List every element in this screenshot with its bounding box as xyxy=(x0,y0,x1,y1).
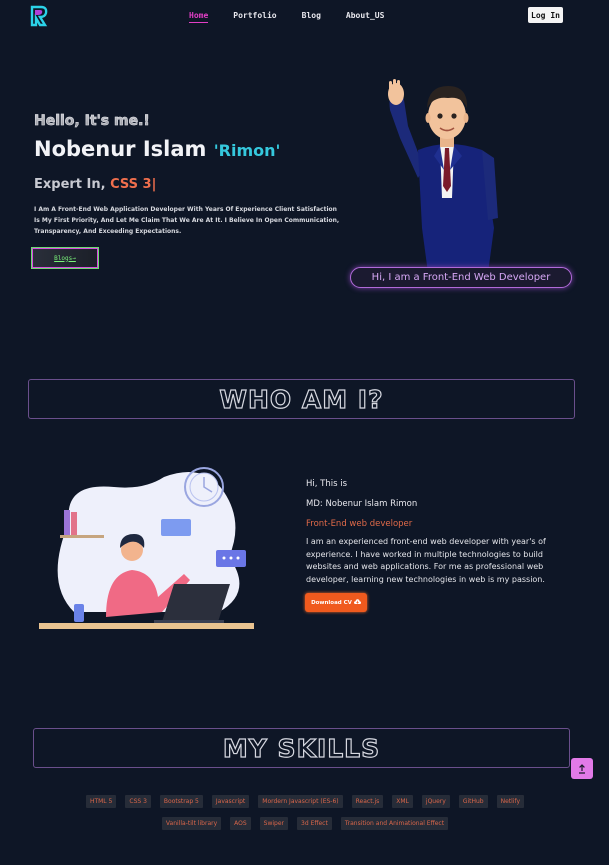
download-cv-label: Download CV xyxy=(311,599,352,606)
nav-blog-link[interactable]: Blog xyxy=(302,11,321,23)
blogs-button[interactable]: Blogs→ xyxy=(31,247,99,269)
about-description: I am an experienced front-end web develo… xyxy=(306,537,546,584)
hero-tagline: Hi, I am a Front-End Web Developer xyxy=(350,267,572,288)
skill-tag: CSS 3 xyxy=(125,795,151,808)
hero-expert-skill: CSS 3| xyxy=(110,177,157,192)
skill-tag: Mordern Javascript (ES-6) xyxy=(258,795,343,808)
download-cv-button[interactable]: Download CV xyxy=(305,593,367,612)
scroll-to-top-button[interactable] xyxy=(571,758,593,779)
skill-tag: jQuery xyxy=(421,795,450,808)
hero-intro: I Am A Front-End Web Application Develop… xyxy=(34,206,340,235)
about-role: Front-End web developer xyxy=(306,519,413,529)
my-skills-title: MY SKILLS xyxy=(222,733,381,763)
nav-links: Home Portfolio Blog About_US xyxy=(189,11,409,23)
about-name: MD: Nobenur Islam Rimon xyxy=(306,499,418,509)
who-am-i-title-box: WHO AM I? xyxy=(28,379,575,419)
skill-tag: Javascript xyxy=(211,795,250,808)
hero-name-text: Nobenur Islam xyxy=(34,137,214,161)
hero-expert: Expert In, CSS 3| xyxy=(34,177,156,192)
skill-tag: HTML 5 xyxy=(85,795,117,808)
nav-home-link[interactable]: Home xyxy=(189,11,209,23)
login-button[interactable]: Log In xyxy=(528,7,563,23)
developer-avatar xyxy=(382,78,512,273)
hero-greeting: Hello, It's me.! xyxy=(34,113,150,130)
skill-tag: Swiper xyxy=(259,817,289,830)
skills-row: Vanilla-tilt library AOS Swiper 3d Effec… xyxy=(55,817,555,830)
hero-name: Nobenur Islam 'Rimon' xyxy=(34,137,280,161)
hero-expert-prefix: Expert In, xyxy=(34,177,111,192)
skill-tag: XML xyxy=(392,795,413,808)
developer-illustration xyxy=(34,462,259,634)
skill-tag: 3d Effect xyxy=(297,817,332,830)
nav-portfolio-link[interactable]: Portfolio xyxy=(233,11,276,23)
skill-tag: AOS xyxy=(230,817,251,830)
logo-icon[interactable] xyxy=(29,5,49,27)
about-text: Hi, This is MD: Nobenur Islam Rimon Fron… xyxy=(306,479,576,586)
arrow-up-icon xyxy=(577,759,587,778)
skill-tag: Netlify xyxy=(496,795,525,808)
skill-tag: React.js xyxy=(351,795,384,808)
nav-about-link[interactable]: About_US xyxy=(346,11,385,23)
skill-tag: Transition and Animational Effect xyxy=(340,817,449,830)
navbar: Home Portfolio Blog About_US Log In xyxy=(0,0,609,34)
my-skills-title-box: MY SKILLS xyxy=(33,728,570,768)
skills-row: HTML 5 CSS 3 Bootstrap 5 Javascript Mord… xyxy=(55,795,555,808)
hero-nickname: 'Rimon' xyxy=(213,141,281,160)
who-am-i-title: WHO AM I? xyxy=(219,384,384,414)
skill-tag: Bootstrap 5 xyxy=(159,795,203,808)
skill-tag: GitHub xyxy=(458,795,488,808)
about-hi: Hi, This is xyxy=(306,479,348,489)
skills-list: HTML 5 CSS 3 Bootstrap 5 Javascript Mord… xyxy=(55,795,555,839)
skill-tag: Vanilla-tilt library xyxy=(161,817,222,830)
cloud-download-icon xyxy=(353,598,361,607)
